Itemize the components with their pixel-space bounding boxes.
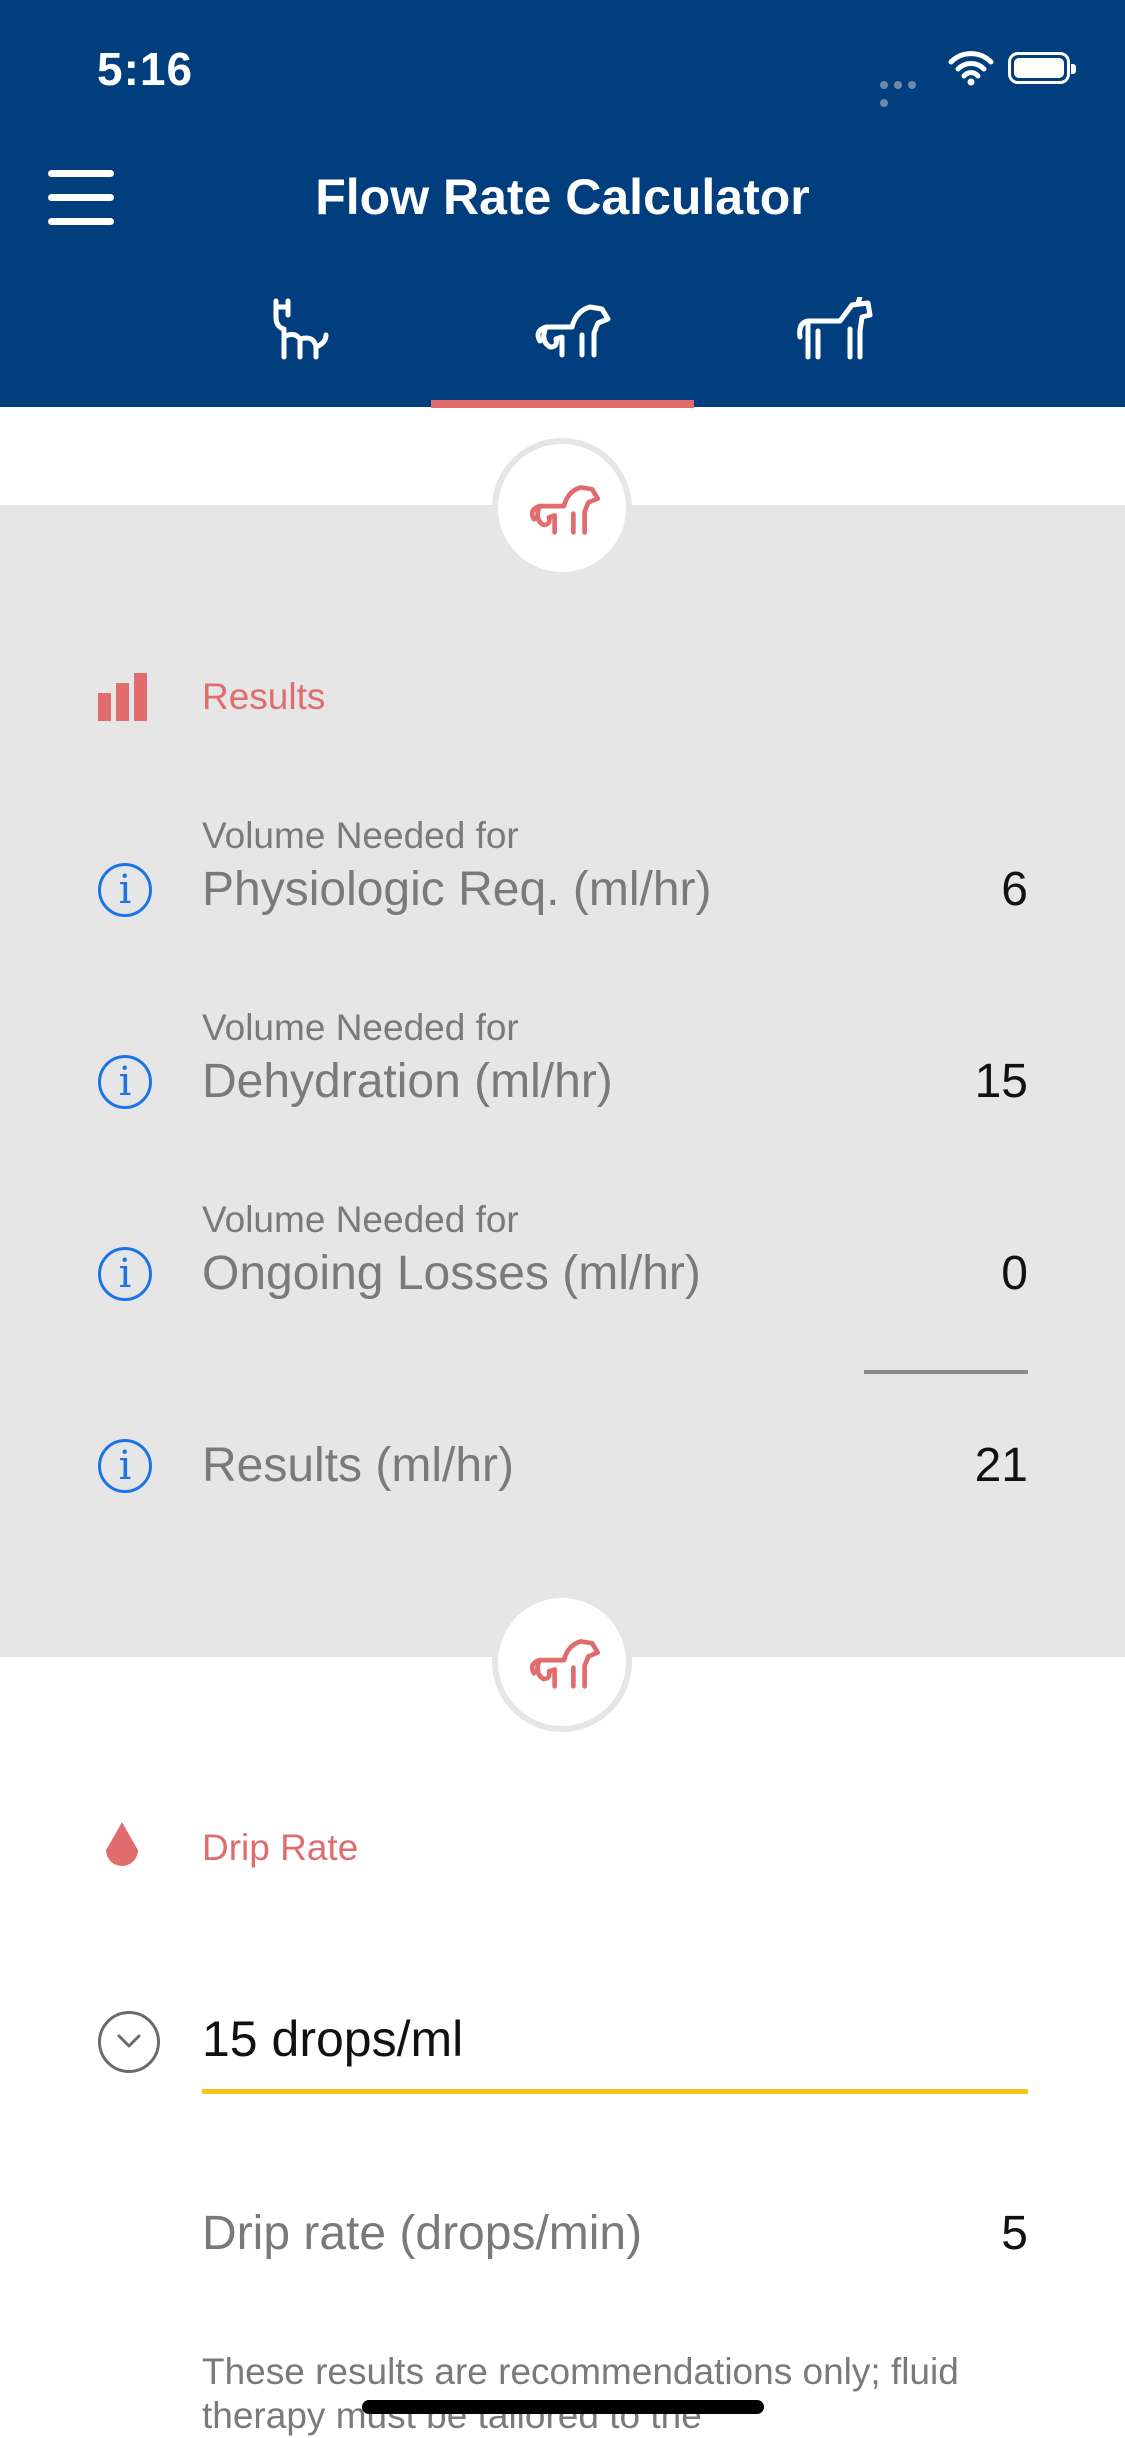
dog-badge bbox=[492, 438, 632, 578]
row-label: Physiologic Req. (ml/hr) bbox=[202, 863, 712, 916]
info-icon[interactable]: i bbox=[98, 1247, 152, 1301]
drop-icon bbox=[106, 1822, 138, 1866]
row-value: 6 bbox=[1001, 863, 1028, 916]
results-label: Results bbox=[202, 676, 326, 717]
status-time: 5:16 bbox=[97, 43, 194, 95]
cellular-signal-icon bbox=[880, 76, 934, 107]
row-sublabel: Volume Needed for bbox=[202, 1199, 519, 1240]
drip-rate-label: Drip Rate bbox=[202, 1827, 359, 1868]
drip-rate-result-label: Drip rate (drops/min) bbox=[202, 2207, 643, 2260]
chevron-down-icon[interactable] bbox=[98, 2011, 160, 2073]
tab-selected-indicator bbox=[431, 400, 694, 408]
horse-icon bbox=[797, 297, 873, 360]
bar-chart-icon bbox=[98, 673, 147, 721]
battery-icon bbox=[1008, 52, 1076, 84]
row-sublabel: Volume Needed for bbox=[202, 1007, 519, 1048]
row-sublabel: Volume Needed for bbox=[202, 815, 519, 856]
sum-divider bbox=[864, 1370, 1028, 1374]
row-value: 15 bbox=[974, 1055, 1028, 1108]
dog-icon bbox=[535, 304, 611, 358]
tab-cat[interactable] bbox=[169, 285, 431, 400]
row-label: Ongoing Losses (ml/hr) bbox=[202, 1247, 701, 1300]
row-value: 0 bbox=[1001, 1247, 1028, 1300]
disclaimer-text: These results are recommendations only; … bbox=[202, 2351, 959, 2436]
dog-icon bbox=[529, 1639, 601, 1689]
drop-factor-select[interactable]: 15 drops/ml bbox=[202, 2010, 1028, 2094]
total-value: 21 bbox=[974, 1439, 1028, 1492]
info-icon[interactable]: i bbox=[98, 1055, 152, 1109]
select-underline bbox=[202, 2089, 1028, 2094]
info-icon[interactable]: i bbox=[98, 863, 152, 917]
dog-badge bbox=[492, 1592, 632, 1732]
page-title: Flow Rate Calculator bbox=[315, 169, 810, 225]
tab-dog[interactable] bbox=[431, 285, 693, 400]
tab-horse[interactable] bbox=[693, 285, 955, 400]
cat-icon bbox=[273, 298, 329, 360]
row-label: Dehydration (ml/hr) bbox=[202, 1055, 613, 1108]
total-label: Results (ml/hr) bbox=[202, 1439, 515, 1492]
wifi-icon bbox=[948, 51, 994, 86]
info-icon[interactable]: i bbox=[98, 1439, 152, 1493]
drip-rate-result-value: 5 bbox=[1001, 2207, 1028, 2260]
dog-icon bbox=[529, 485, 601, 535]
drop-factor-value: 15 drops/ml bbox=[202, 2011, 464, 2067]
home-indicator[interactable] bbox=[362, 2400, 764, 2414]
